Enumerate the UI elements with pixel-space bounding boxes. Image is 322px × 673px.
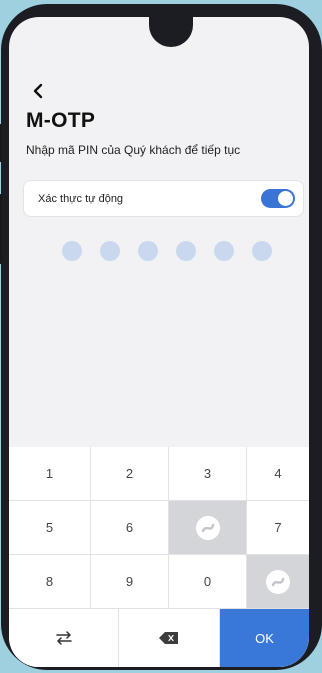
ok-label: OK [255,630,274,646]
screen: M-OTP Nhập mã PIN của Quý khách để tiếp … [9,17,309,667]
pin-keypad: 1 2 3 4 5 6 7 8 9 0 OK [9,447,309,667]
ok-button[interactable]: OK [220,609,309,667]
key-1[interactable]: 1 [9,447,91,501]
key-0[interactable]: 0 [169,555,247,609]
backspace-icon [159,632,178,644]
phone-frame: M-OTP Nhập mã PIN của Quý khách để tiếp … [0,4,322,670]
key-label: 7 [274,520,282,535]
bank-logo-icon [266,569,290,594]
key-label: 2 [125,466,134,481]
key-blank [169,501,247,555]
bank-logo-icon [195,515,220,540]
pin-dots [62,241,282,261]
key-label: 8 [45,574,54,589]
auto-auth-toggle[interactable] [261,189,295,208]
auto-auth-label: Xác thực tự động [38,193,124,205]
power-button [0,194,2,264]
key-label: 9 [125,574,134,589]
key-2[interactable]: 2 [91,447,169,501]
key-3[interactable]: 3 [169,447,247,501]
pin-dot [138,241,158,261]
page-title: M-OTP [26,109,96,132]
pin-dot [214,241,234,261]
auto-auth-row: Xác thực tự động [23,180,304,217]
swap-arrows-icon [55,631,72,645]
key-label: 3 [203,466,212,481]
key-label: 5 [45,520,54,535]
pin-dot [100,241,120,261]
swap-keypad-button[interactable] [9,609,119,667]
key-9[interactable]: 9 [91,555,169,609]
key-label: 0 [203,574,212,589]
chevron-left-icon [33,83,43,99]
page-subtitle: Nhập mã PIN của Quý khách để tiếp tục [26,143,241,157]
key-5[interactable]: 5 [9,501,91,555]
pin-dot [176,241,196,261]
backspace-button[interactable] [119,609,220,667]
pin-dot [252,241,272,261]
key-label: 6 [125,520,134,535]
toggle-knob [278,191,293,206]
back-button[interactable] [27,79,51,103]
key-label: 4 [274,466,282,481]
camera-notch [149,17,193,47]
key-6[interactable]: 6 [91,501,169,555]
key-8[interactable]: 8 [9,555,91,609]
key-label: 1 [45,466,54,481]
key-7[interactable]: 7 [247,501,309,555]
key-blank [247,555,309,609]
volume-button [0,124,2,162]
pin-dot [62,241,82,261]
key-4[interactable]: 4 [247,447,309,501]
